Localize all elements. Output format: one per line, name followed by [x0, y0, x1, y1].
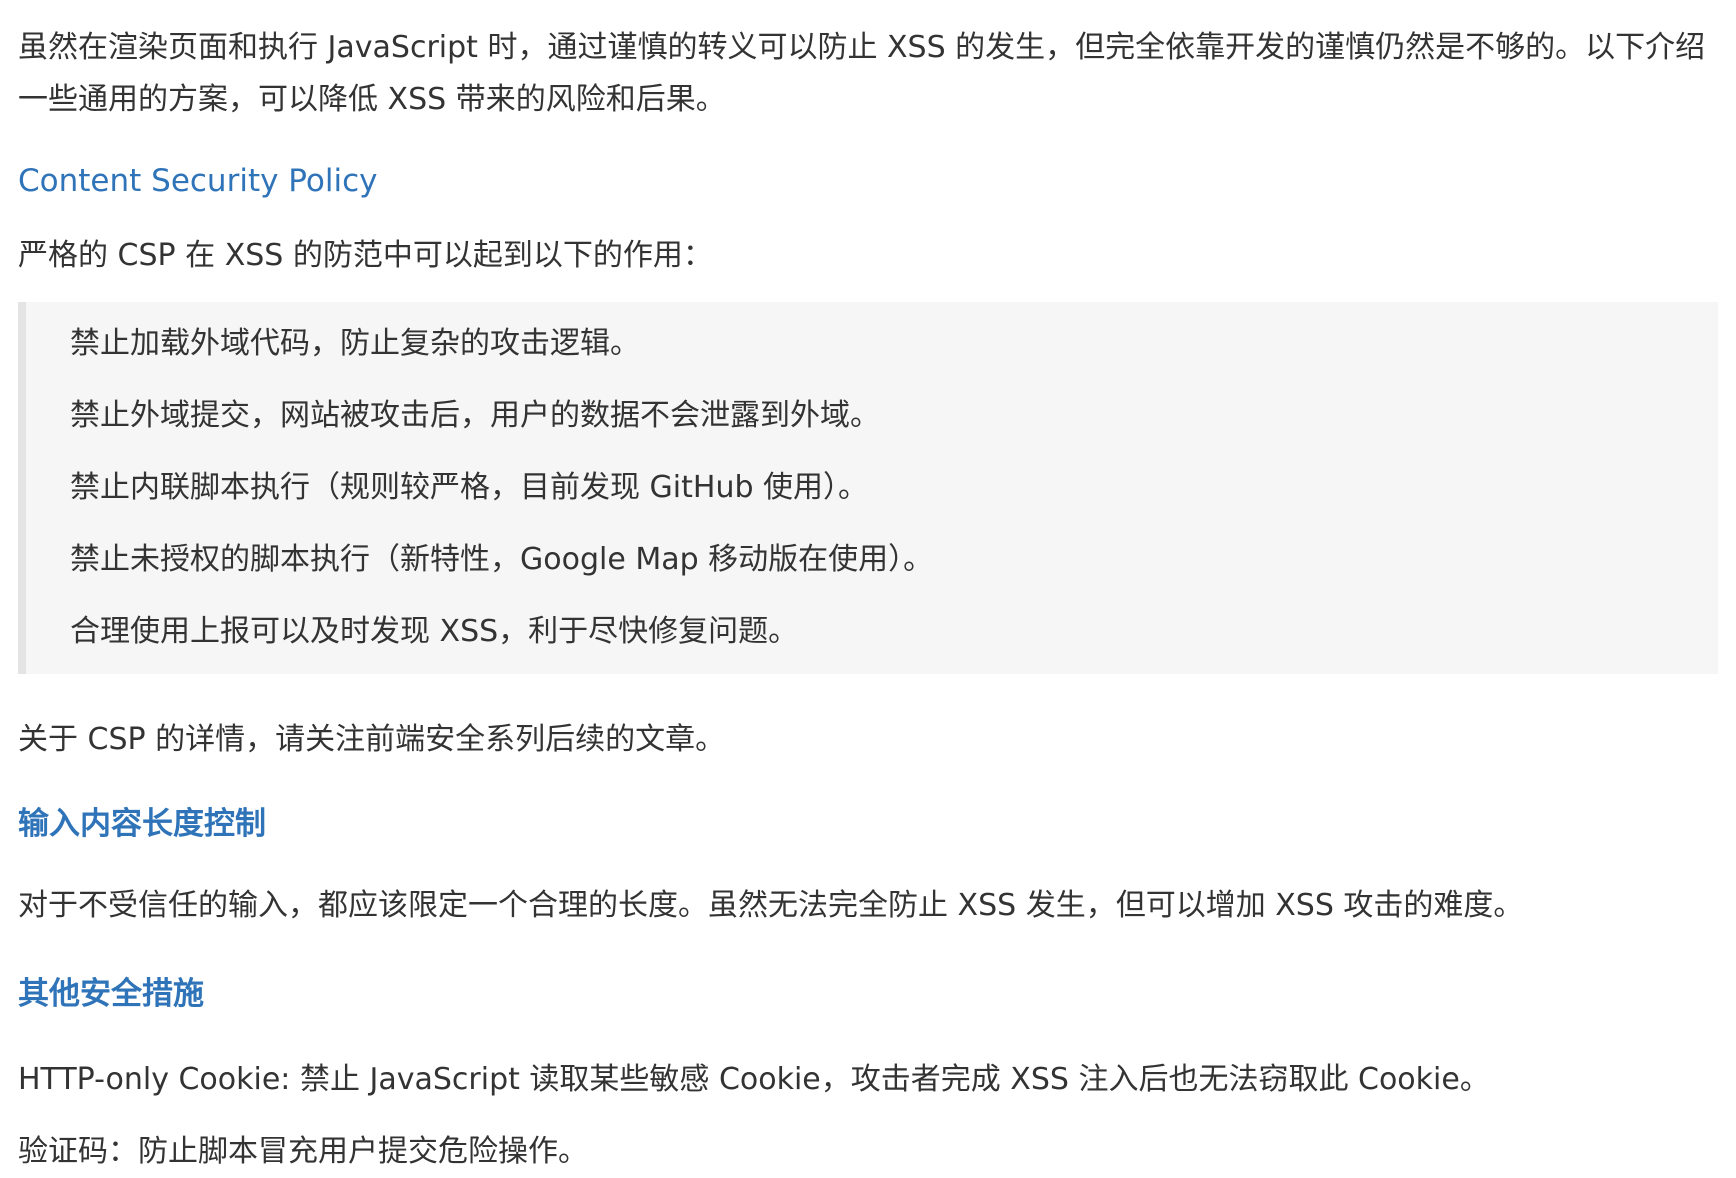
heading-input-length-control: 输入内容长度控制 — [18, 806, 266, 842]
httponly-cookie-paragraph: HTTP-only Cookie: 禁止 JavaScript 读取某些敏感 C… — [18, 1062, 1490, 1097]
input-length-paragraph: 对于不受信任的输入，都应该限定一个合理的长度。虽然无法完全防止 XSS 发生，但… — [18, 888, 1524, 923]
article-body: 虽然在渲染页面和执行 JavaScript 时，通过谨慎的转义可以防止 XSS … — [0, 0, 1736, 1178]
heading-other-security-measures: 其他安全措施 — [18, 976, 204, 1012]
csp-lead-paragraph: 严格的 CSP 在 XSS 的防范中可以起到以下的作用： — [18, 238, 713, 273]
csp-benefit-item: 禁止未授权的脚本执行（新特性，Google Map 移动版在使用）。 — [70, 542, 934, 577]
captcha-paragraph: 验证码：防止脚本冒充用户提交危险操作。 — [18, 1134, 588, 1169]
csp-benefit-item: 禁止内联脚本执行（规则较严格，目前发现 GitHub 使用）。 — [70, 470, 869, 505]
csp-detail-paragraph: 关于 CSP 的详情，请关注前端安全系列后续的文章。 — [18, 722, 726, 757]
intro-line-1: 虽然在渲染页面和执行 JavaScript 时，通过谨慎的转义可以防止 XSS … — [18, 30, 1706, 65]
intro-line-2: 一些通用的方案，可以降低 XSS 带来的风险和后果。 — [18, 82, 726, 117]
csp-benefit-item: 禁止外域提交，网站被攻击后，用户的数据不会泄露到外域。 — [70, 398, 880, 433]
csp-benefits-blockquote: 禁止加载外域代码，防止复杂的攻击逻辑。 禁止外域提交，网站被攻击后，用户的数据不… — [18, 302, 1718, 674]
heading-content-security-policy: Content Security Policy — [18, 163, 378, 199]
csp-benefit-item: 合理使用上报可以及时发现 XSS，利于尽快修复问题。 — [70, 614, 799, 649]
intro-paragraph: 虽然在渲染页面和执行 JavaScript 时，通过谨慎的转义可以防止 XSS … — [18, 22, 1718, 126]
csp-benefit-item: 禁止加载外域代码，防止复杂的攻击逻辑。 — [70, 326, 640, 361]
